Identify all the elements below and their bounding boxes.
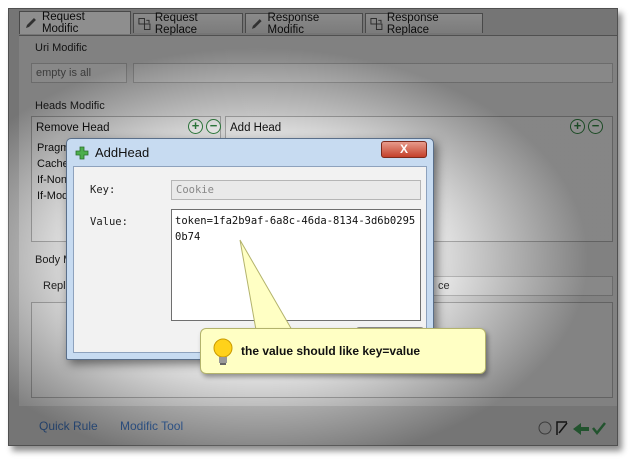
modific-tool-link[interactable]: Modific Tool xyxy=(120,419,183,433)
add-icon[interactable]: + xyxy=(570,119,585,134)
heads-group-label: Heads Modific xyxy=(35,100,105,112)
undo-icon xyxy=(573,423,589,435)
uri-filter-input[interactable]: empty is all xyxy=(31,63,127,83)
replace-icon xyxy=(138,17,151,30)
check-icon xyxy=(592,422,606,436)
callout-pointer xyxy=(239,239,293,331)
dialog-title: AddHead xyxy=(95,145,150,160)
replace-field[interactable]: ce xyxy=(433,276,613,296)
list-item[interactable]: Pragm xyxy=(37,142,69,154)
tab-request-modific[interactable]: Request Modific xyxy=(19,11,131,35)
close-button[interactable]: X xyxy=(381,141,427,158)
quick-rule-link[interactable]: Quick Rule xyxy=(39,419,98,433)
uri-value-input[interactable] xyxy=(133,63,613,83)
replace-icon xyxy=(370,17,383,30)
tab-response-modific[interactable]: Response Modific xyxy=(245,12,363,36)
add-icon[interactable]: + xyxy=(188,119,203,134)
key-label: Key: xyxy=(90,184,116,196)
tab-bar: Request Modific Request Replace Response… xyxy=(19,11,611,36)
plus-icon xyxy=(75,146,89,160)
remove-icon[interactable]: − xyxy=(206,119,221,134)
uri-group-label: Uri Modific xyxy=(35,42,87,54)
expand-icon xyxy=(556,421,568,435)
remove-icon[interactable]: − xyxy=(588,119,603,134)
tooltip-callout: the value should like key=value xyxy=(200,328,486,374)
toolbar-icons xyxy=(538,421,606,436)
tab-response-replace[interactable]: Response Replace xyxy=(365,12,483,36)
pencil-icon xyxy=(25,18,36,28)
key-input[interactable]: Cookie xyxy=(171,180,421,200)
callout-text: the value should like key=value xyxy=(241,344,421,358)
tab-request-replace[interactable]: Request Replace xyxy=(133,12,243,36)
pencil-icon xyxy=(251,18,262,29)
remove-head-title: Remove Head xyxy=(36,122,110,134)
add-head-title: Add Head xyxy=(230,122,282,134)
settings-icon xyxy=(538,421,552,435)
lightbulb-icon xyxy=(213,338,233,365)
list-item[interactable]: If-Non xyxy=(37,174,67,186)
list-item[interactable]: If-Mod xyxy=(37,190,68,202)
list-item[interactable]: Cache xyxy=(37,158,69,170)
value-label: Value: xyxy=(90,216,128,228)
